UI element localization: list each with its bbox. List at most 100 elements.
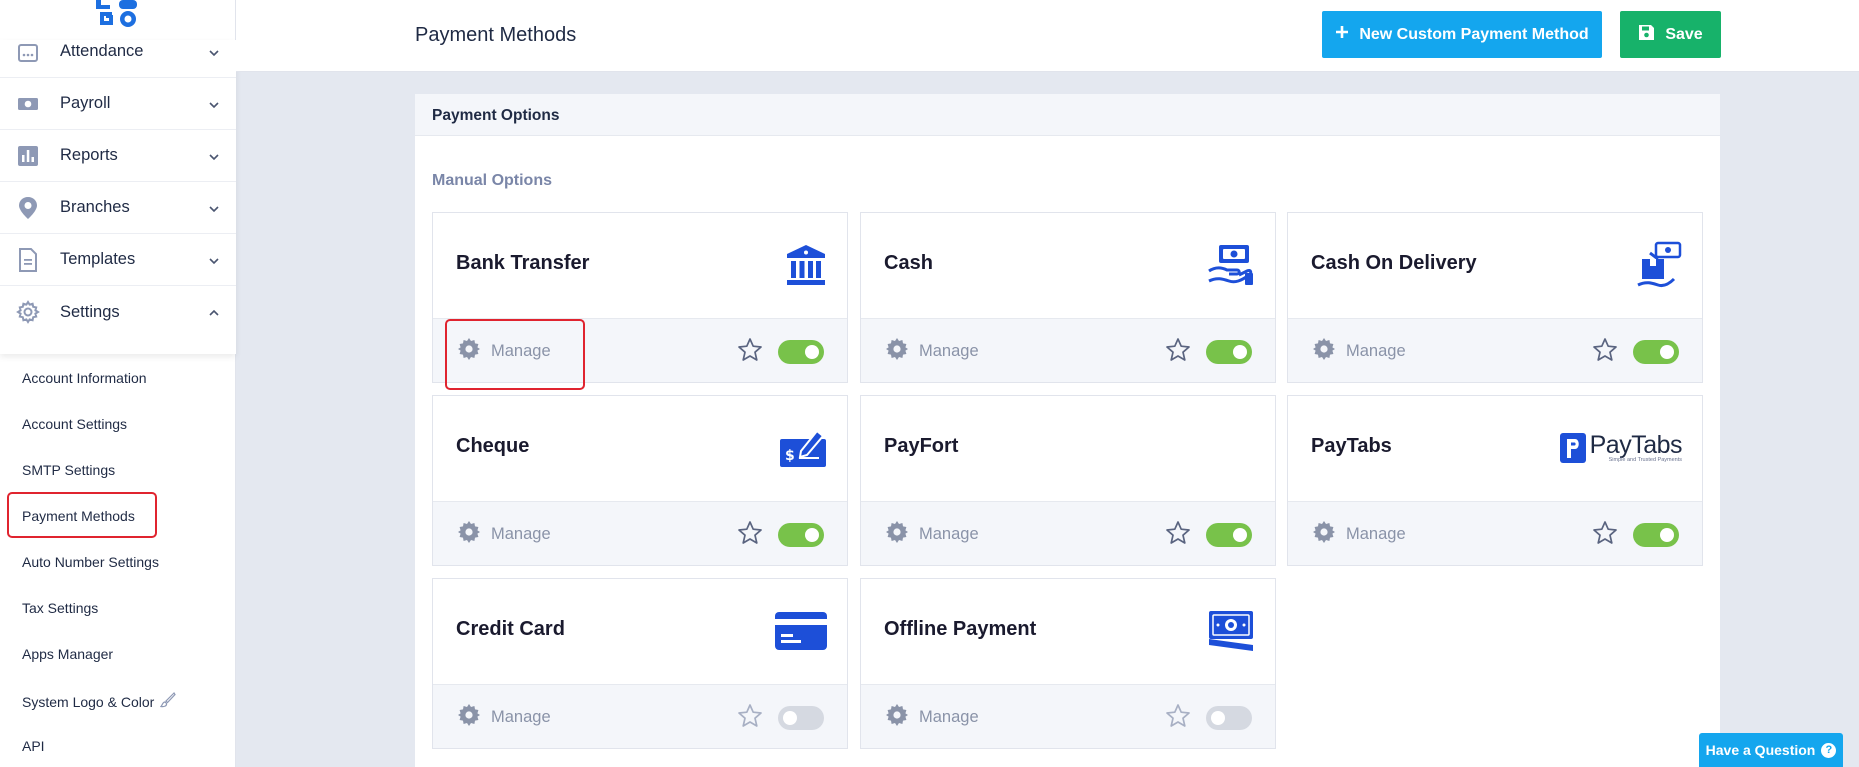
- toggle-knob: [783, 711, 797, 725]
- enable-toggle[interactable]: [1633, 340, 1679, 364]
- star-icon[interactable]: [1165, 520, 1191, 546]
- star-icon[interactable]: [1592, 337, 1618, 363]
- chevron-down-icon: [208, 254, 220, 266]
- star-icon[interactable]: [1165, 337, 1191, 363]
- star-icon[interactable]: [1592, 520, 1618, 546]
- enable-toggle[interactable]: [778, 340, 824, 364]
- settings-item-account-settings[interactable]: Account Settings: [22, 416, 127, 432]
- star-icon[interactable]: [737, 337, 763, 363]
- chevron-up-icon: [208, 306, 220, 318]
- settings-item-tax-settings[interactable]: Tax Settings: [22, 600, 98, 616]
- gear-icon: [885, 703, 909, 732]
- chevron-down-icon: [208, 150, 220, 162]
- card-title: PayFort: [884, 435, 959, 457]
- banknote-icon: [1207, 609, 1255, 653]
- sidebar-item-templates[interactable]: Templates: [0, 234, 236, 286]
- manage-label: Manage: [1346, 525, 1406, 543]
- cash-hand-icon: [1207, 243, 1255, 287]
- sidebar-item-label: Reports: [60, 146, 118, 164]
- highlight-box: [445, 319, 585, 390]
- have-a-question-button[interactable]: Have a Question ?: [1699, 733, 1843, 767]
- payment-card-cheque: Cheque $ Manage: [432, 395, 848, 566]
- save-button[interactable]: Save: [1620, 11, 1721, 58]
- payment-card-payfort: PayFort Manage: [860, 395, 1276, 566]
- card-footer: Manage: [433, 501, 847, 565]
- card-footer: Manage: [861, 501, 1275, 565]
- manage-button[interactable]: Manage: [457, 520, 551, 549]
- button-label: New Custom Payment Method: [1359, 25, 1589, 43]
- enable-toggle[interactable]: [778, 706, 824, 730]
- settings-item-account-information[interactable]: Account Information: [22, 370, 147, 386]
- toggle-knob: [1660, 528, 1674, 542]
- credit-card-icon: [775, 609, 827, 653]
- enable-toggle[interactable]: [1206, 523, 1252, 547]
- gear-icon: [16, 300, 40, 324]
- payment-card-offline-payment: Offline Payment Manage: [860, 578, 1276, 749]
- toggle-knob: [805, 345, 819, 359]
- toggle-knob: [1660, 345, 1674, 359]
- settings-item-auto-number-settings[interactable]: Auto Number Settings: [22, 554, 159, 570]
- sidebar-item-label: Settings: [60, 302, 120, 321]
- cheque-icon: $: [779, 426, 827, 470]
- sidebar-nav: Attendance Payroll Reports Branches Temp…: [0, 40, 236, 354]
- star-icon[interactable]: [1165, 703, 1191, 729]
- star-icon[interactable]: [737, 703, 763, 729]
- manage-label: Manage: [491, 708, 551, 726]
- manage-button[interactable]: Manage: [885, 703, 979, 732]
- manage-label: Manage: [919, 525, 979, 543]
- sidebar-item-reports[interactable]: Reports: [0, 130, 236, 182]
- company-logo: [94, 0, 140, 28]
- settings-item-smtp-settings[interactable]: SMTP Settings: [22, 462, 115, 478]
- settings-item-api[interactable]: API: [22, 738, 45, 754]
- payment-card-cash-on-delivery: Cash On Delivery Manage: [1287, 212, 1703, 383]
- card-footer: Manage: [1288, 501, 1702, 565]
- brush-icon: [160, 692, 177, 711]
- chevron-down-icon: [208, 46, 220, 58]
- gear-icon: [457, 703, 481, 732]
- manage-button[interactable]: Manage: [1312, 520, 1406, 549]
- payment-card-cash: Cash Manage: [860, 212, 1276, 383]
- enable-toggle[interactable]: [1206, 706, 1252, 730]
- gear-icon: [1312, 337, 1336, 366]
- toggle-knob: [1233, 528, 1247, 542]
- paytabs-logo: PayTabs Simple and Trusted Payments: [1559, 426, 1683, 470]
- settings-item-system-logo-color[interactable]: System Logo & Color: [22, 692, 177, 711]
- delivery-box-icon: [1636, 241, 1682, 287]
- manage-button[interactable]: Manage: [885, 337, 979, 366]
- manage-button[interactable]: Manage: [457, 703, 551, 732]
- payment-options-panel: Payment Options Manual Options Bank Tran…: [415, 94, 1720, 767]
- highlight-box: [7, 492, 157, 538]
- sidebar-item-payroll[interactable]: Payroll: [0, 78, 236, 130]
- panel-title: Payment Options: [432, 107, 560, 124]
- enable-toggle[interactable]: [778, 523, 824, 547]
- new-custom-payment-method-button[interactable]: New Custom Payment Method: [1322, 11, 1602, 58]
- settings-item-apps-manager[interactable]: Apps Manager: [22, 646, 113, 662]
- enable-toggle[interactable]: [1633, 523, 1679, 547]
- card-footer: Manage: [1288, 318, 1702, 382]
- card-title: Cash On Delivery: [1311, 252, 1477, 274]
- card-title: Cash: [884, 252, 933, 274]
- toggle-knob: [1233, 345, 1247, 359]
- manage-label: Manage: [1346, 342, 1406, 360]
- manage-label: Manage: [491, 525, 551, 543]
- question-icon: ?: [1821, 742, 1837, 758]
- manage-button[interactable]: Manage: [885, 520, 979, 549]
- section-heading: Manual Options: [432, 172, 552, 189]
- toggle-knob: [1211, 711, 1225, 725]
- gear-icon: [885, 520, 909, 549]
- panel-header: Payment Options: [415, 94, 1720, 136]
- card-footer: Manage: [861, 318, 1275, 382]
- manage-button[interactable]: Manage: [1312, 337, 1406, 366]
- bar-chart-icon: [16, 144, 40, 168]
- chevron-down-icon: [208, 202, 220, 214]
- sidebar-item-settings[interactable]: Settings: [0, 286, 236, 338]
- enable-toggle[interactable]: [1206, 340, 1252, 364]
- payment-card-credit-card: Credit Card Manage: [432, 578, 848, 749]
- manage-label: Manage: [919, 708, 979, 726]
- gear-icon: [885, 337, 909, 366]
- toggle-knob: [805, 528, 819, 542]
- sidebar-item-branches[interactable]: Branches: [0, 182, 236, 234]
- money-icon: [16, 92, 40, 116]
- sidebar-item-attendance[interactable]: Attendance: [0, 40, 236, 78]
- star-icon[interactable]: [737, 520, 763, 546]
